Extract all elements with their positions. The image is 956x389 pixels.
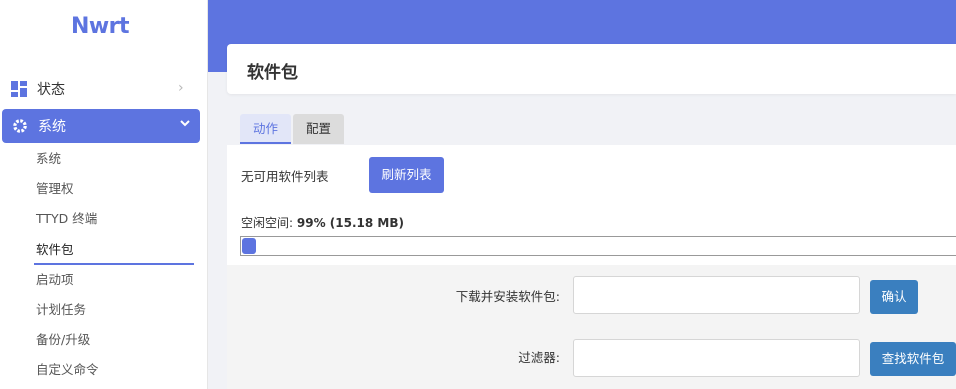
chevron-right-icon: › xyxy=(178,80,184,96)
submenu-item-custom-commands[interactable]: 自定义命令 xyxy=(0,358,208,388)
disk-usage-progress-bar xyxy=(240,236,956,256)
refresh-list-button[interactable]: 刷新列表 xyxy=(369,157,444,193)
page-title: 软件包 xyxy=(247,63,298,83)
system-submenu: 系统 管理权 TTYD 终端 软件包 启动项 计划任务 备份/升级 自定义命令 xyxy=(0,147,208,389)
page-title-card: 软件包 xyxy=(227,44,956,94)
filter-input[interactable] xyxy=(573,339,860,377)
nav-item-system-label: 系统 xyxy=(38,119,66,135)
submenu-item-backup-upgrade[interactable]: 备份/升级 xyxy=(0,328,208,358)
submenu-item-admin[interactable]: 管理权 xyxy=(0,177,208,207)
disk-usage-progress-fill xyxy=(242,238,256,254)
chevron-down-icon xyxy=(180,117,190,131)
download-install-label: 下载并安装软件包: xyxy=(455,289,560,304)
submenu-item-startup[interactable]: 启动项 xyxy=(0,268,208,298)
free-space-label: 空闲空间: 99% (15.18 MB) xyxy=(241,214,404,231)
nav-item-status[interactable]: 状态 › xyxy=(0,74,208,104)
download-package-input[interactable] xyxy=(573,276,860,314)
submenu-item-ttyd[interactable]: TTYD 终端 xyxy=(0,207,208,237)
confirm-button[interactable]: 确认 xyxy=(870,280,918,314)
tab-actions[interactable]: 动作 xyxy=(240,114,292,144)
app-logo[interactable]: Nwrt xyxy=(0,14,200,39)
free-space-value: 99% (15.18 MB) xyxy=(296,216,404,230)
nav-item-status-label: 状态 xyxy=(37,82,65,98)
nav-item-system[interactable]: 系统 xyxy=(2,109,200,143)
free-space-label-text: 空闲空间: xyxy=(241,216,294,230)
tab-config[interactable]: 配置 xyxy=(293,114,345,144)
dashboard-icon xyxy=(11,81,27,97)
filter-label: 过滤器: xyxy=(518,350,560,365)
submenu-item-system[interactable]: 系统 xyxy=(0,147,208,177)
submenu-item-scheduled-tasks[interactable]: 计划任务 xyxy=(0,298,208,328)
tab-bar: 动作 配置 xyxy=(240,114,346,144)
gear-icon xyxy=(12,118,28,134)
no-package-list-text: 无可用软件列表 xyxy=(241,169,329,184)
sidebar: Nwrt 状态 › 系统 系统 管理权 TTYD 终端 软件包 启动项 计划任务… xyxy=(0,0,208,389)
find-package-button[interactable]: 查找软件包 xyxy=(870,342,956,376)
active-item-underline xyxy=(34,263,194,265)
